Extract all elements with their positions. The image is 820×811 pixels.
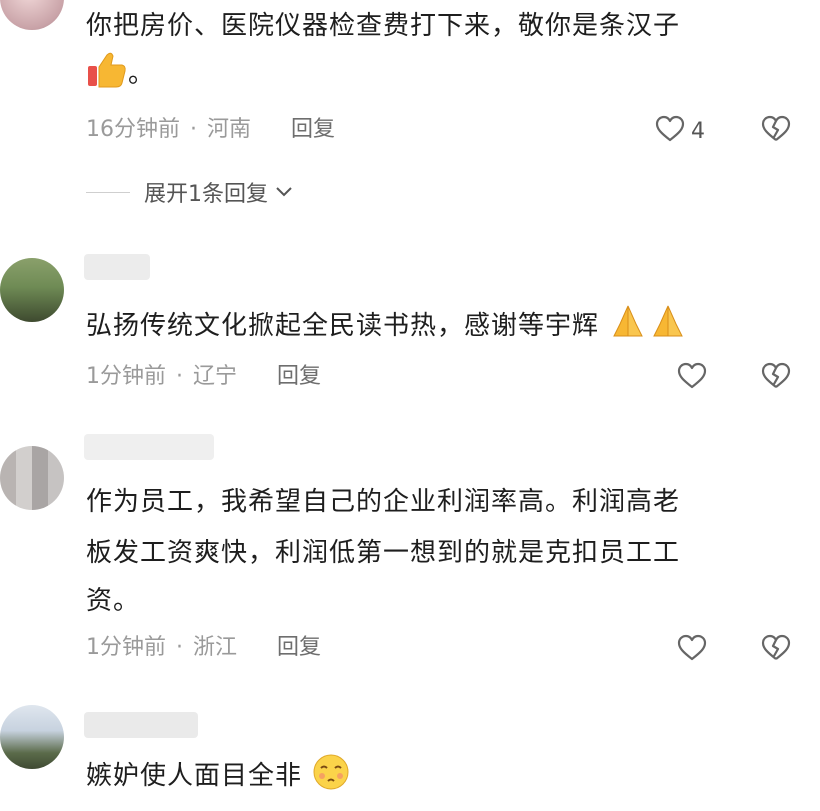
avatar[interactable] — [0, 705, 64, 769]
dislike-button[interactable] — [761, 362, 791, 394]
location: 浙江 — [193, 635, 238, 660]
location: 河南 — [207, 117, 252, 142]
broken-heart-icon — [761, 362, 791, 394]
username-redacted — [84, 712, 198, 738]
like-button[interactable] — [677, 634, 707, 666]
avatar[interactable] — [0, 258, 64, 322]
broken-heart-icon — [761, 115, 791, 147]
separator: · — [176, 364, 183, 389]
comment-line: 嫉妒使人面目全非 — [86, 761, 303, 791]
dislike-button[interactable] — [761, 634, 791, 666]
like-count: 4 — [691, 118, 705, 144]
heart-icon — [677, 634, 707, 666]
username-redacted — [84, 434, 214, 460]
comment-line: 弘扬传统文化掀起全民读书热，感谢等宇辉 — [86, 311, 600, 341]
comment-meta: 1分钟前 · 辽宁 回复 — [86, 363, 321, 391]
comment-line: 作为员工，我希望自己的企业利润率高。利润高老 — [86, 487, 681, 517]
comment-text: 你把房价、医院仪器检查费打下来，敬你是条汉子 — [86, 4, 680, 48]
timestamp: 1分钟前 — [86, 364, 166, 389]
comment-text: 板发工资爽快，利润低第一想到的就是克扣员工工 — [86, 531, 680, 575]
folded-hands-icon — [608, 302, 648, 356]
comment-text-line2: 。 — [86, 50, 155, 104]
avatar[interactable] — [0, 446, 64, 510]
reply-button[interactable]: 回复 — [291, 116, 335, 144]
comment-text: 作为员工，我希望自己的企业利润率高。利润高老 — [86, 480, 680, 524]
avatar[interactable] — [0, 0, 64, 30]
timestamp: 1分钟前 — [86, 635, 166, 660]
separator: · — [176, 635, 183, 660]
timestamp: 16分钟前 — [86, 117, 180, 142]
broken-heart-icon — [761, 634, 791, 666]
comment-meta: 16分钟前 · 河南 回复 — [86, 116, 335, 144]
comment-line: 。 — [128, 59, 156, 89]
chevron-down-icon — [274, 185, 294, 199]
comment-line: 板发工资爽快，利润低第一想到的就是克扣员工工 — [86, 538, 681, 568]
flushed-face-icon — [311, 752, 351, 806]
like-button[interactable]: 4 — [655, 115, 705, 147]
dislike-button[interactable] — [761, 115, 791, 147]
comment-text: 弘扬传统文化掀起全民读书热，感谢等宇辉 — [86, 302, 688, 356]
divider — [86, 191, 130, 193]
comment-meta: 1分钟前 · 浙江 回复 — [86, 634, 321, 662]
thumbs-up-icon — [86, 50, 128, 104]
like-button[interactable] — [677, 362, 707, 394]
reply-button[interactable]: 回复 — [277, 634, 321, 662]
folded-hands-icon — [648, 302, 688, 356]
comment-text: 资。 — [86, 579, 140, 623]
heart-icon — [655, 115, 685, 147]
comment-line: 你把房价、医院仪器检查费打下来，敬你是条汉子 — [86, 11, 681, 41]
separator: · — [190, 117, 197, 142]
comment-line: 资。 — [86, 586, 141, 616]
heart-icon — [677, 362, 707, 394]
location: 辽宁 — [193, 364, 238, 389]
reply-button[interactable]: 回复 — [277, 363, 321, 391]
username-redacted — [84, 254, 150, 280]
expand-replies-label: 展开1条回复 — [144, 182, 268, 207]
comment-text: 嫉妒使人面目全非 — [86, 752, 351, 806]
expand-replies[interactable]: 展开1条回复 — [86, 175, 294, 209]
